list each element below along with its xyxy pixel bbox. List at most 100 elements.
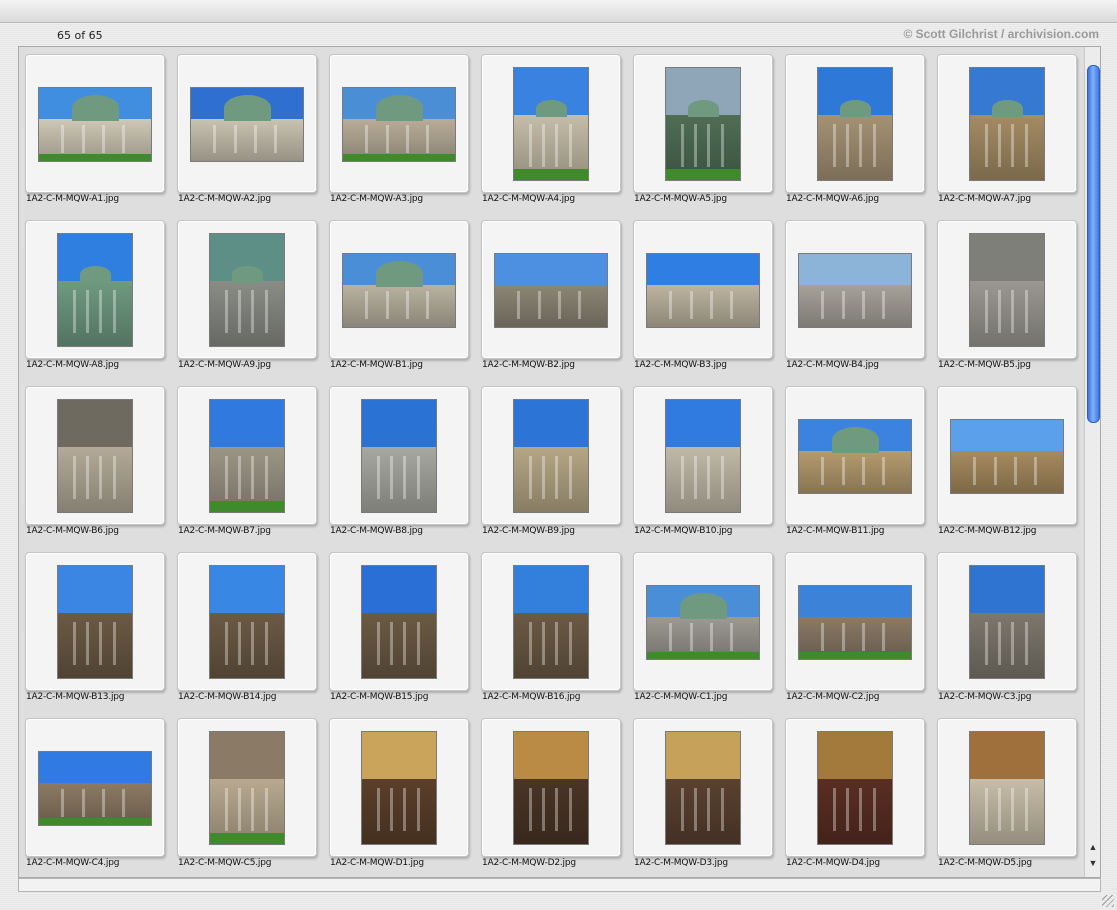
thumbnail-image[interactable] (190, 87, 304, 162)
thumbnail-image[interactable] (969, 731, 1045, 845)
thumbnail-image[interactable] (342, 253, 456, 328)
thumbnail-cell[interactable]: 1A2-C-M-MQW-D1.jpg (323, 711, 475, 877)
thumbnail-image[interactable] (361, 565, 437, 679)
thumbnail-cell[interactable]: 1A2-C-M-MQW-B8.jpg (323, 379, 475, 545)
thumbnail-cell[interactable]: 1A2-C-M-MQW-B2.jpg (475, 213, 627, 379)
thumbnail-image[interactable] (494, 253, 608, 328)
slide-frame[interactable] (785, 386, 925, 525)
thumbnail-cell[interactable]: 1A2-C-M-MQW-B15.jpg (323, 545, 475, 711)
thumbnail-image[interactable] (209, 233, 285, 347)
thumbnail-image[interactable] (209, 731, 285, 845)
thumbnail-image[interactable] (513, 731, 589, 845)
horizontal-scrollbar[interactable] (18, 878, 1101, 892)
slide-frame[interactable] (785, 552, 925, 691)
thumbnail-cell[interactable]: 1A2-C-M-MQW-D3.jpg (627, 711, 779, 877)
thumbnail-cell[interactable]: 1A2-C-M-MQW-A9.jpg (171, 213, 323, 379)
slide-frame[interactable] (785, 718, 925, 857)
slide-frame[interactable] (633, 54, 773, 193)
slide-frame[interactable] (937, 552, 1077, 691)
scroll-down-arrow-icon[interactable]: ▼ (1088, 858, 1098, 868)
slide-frame[interactable] (481, 386, 621, 525)
slide-frame[interactable] (25, 220, 165, 359)
slide-frame[interactable] (633, 718, 773, 857)
thumbnail-cell[interactable]: 1A2-C-M-MQW-C1.jpg (627, 545, 779, 711)
thumbnail-image[interactable] (969, 67, 1045, 181)
thumbnail-cell[interactable]: 1A2-C-M-MQW-B3.jpg (627, 213, 779, 379)
thumbnail-image[interactable] (798, 419, 912, 494)
thumbnail-image[interactable] (57, 233, 133, 347)
thumbnail-image[interactable] (513, 67, 589, 181)
thumbnail-cell[interactable]: 1A2-C-M-MQW-B10.jpg (627, 379, 779, 545)
slide-frame[interactable] (937, 220, 1077, 359)
thumbnail-image[interactable] (57, 399, 133, 513)
thumbnail-image[interactable] (513, 565, 589, 679)
slide-frame[interactable] (329, 552, 469, 691)
slide-frame[interactable] (329, 54, 469, 193)
slide-frame[interactable] (177, 552, 317, 691)
slide-frame[interactable] (329, 718, 469, 857)
thumbnail-cell[interactable]: 1A2-C-M-MQW-C3.jpg (931, 545, 1083, 711)
thumbnail-image[interactable] (361, 731, 437, 845)
thumbnail-cell[interactable]: 1A2-C-M-MQW-C2.jpg (779, 545, 931, 711)
thumbnail-image[interactable] (969, 565, 1045, 679)
thumbnail-cell[interactable]: 1A2-C-M-MQW-A4.jpg (475, 47, 627, 213)
slide-frame[interactable] (937, 718, 1077, 857)
thumbnail-image[interactable] (209, 565, 285, 679)
thumbnail-image[interactable] (665, 67, 741, 181)
thumbnail-cell[interactable]: 1A2-C-M-MQW-B6.jpg (19, 379, 171, 545)
thumbnail-image[interactable] (798, 253, 912, 328)
thumbnail-cell[interactable]: 1A2-C-M-MQW-D2.jpg (475, 711, 627, 877)
resize-grip-icon[interactable] (1102, 895, 1114, 907)
thumbnail-cell[interactable]: 1A2-C-M-MQW-A3.jpg (323, 47, 475, 213)
slide-frame[interactable] (633, 552, 773, 691)
thumbnail-image[interactable] (817, 67, 893, 181)
thumbnail-image[interactable] (38, 751, 152, 826)
slide-frame[interactable] (633, 220, 773, 359)
thumbnail-cell[interactable]: 1A2-C-M-MQW-A6.jpg (779, 47, 931, 213)
thumbnail-cell[interactable]: 1A2-C-M-MQW-B5.jpg (931, 213, 1083, 379)
thumbnail-image[interactable] (646, 585, 760, 660)
slide-frame[interactable] (177, 386, 317, 525)
thumbnail-image[interactable] (798, 585, 912, 660)
slide-frame[interactable] (785, 54, 925, 193)
thumbnail-image[interactable] (817, 731, 893, 845)
thumbnail-cell[interactable]: 1A2-C-M-MQW-B9.jpg (475, 379, 627, 545)
thumbnail-cell[interactable]: 1A2-C-M-MQW-A2.jpg (171, 47, 323, 213)
thumbnail-cell[interactable]: 1A2-C-M-MQW-B16.jpg (475, 545, 627, 711)
slide-frame[interactable] (25, 552, 165, 691)
slide-frame[interactable] (937, 386, 1077, 525)
thumbnail-cell[interactable]: 1A2-C-M-MQW-A5.jpg (627, 47, 779, 213)
thumbnail-cell[interactable]: 1A2-C-M-MQW-B7.jpg (171, 379, 323, 545)
scroll-up-arrow-icon[interactable]: ▲ (1088, 842, 1098, 852)
slide-frame[interactable] (785, 220, 925, 359)
thumbnail-cell[interactable]: 1A2-C-M-MQW-B13.jpg (19, 545, 171, 711)
thumbnail-image[interactable] (57, 565, 133, 679)
slide-frame[interactable] (25, 54, 165, 193)
slide-frame[interactable] (633, 386, 773, 525)
thumbnail-image[interactable] (342, 87, 456, 162)
thumbnail-image[interactable] (513, 399, 589, 513)
thumbnail-cell[interactable]: 1A2-C-M-MQW-B11.jpg (779, 379, 931, 545)
thumbnail-cell[interactable]: 1A2-C-M-MQW-B14.jpg (171, 545, 323, 711)
thumbnail-cell[interactable]: 1A2-C-M-MQW-D5.jpg (931, 711, 1083, 877)
slide-frame[interactable] (481, 552, 621, 691)
thumbnail-cell[interactable]: 1A2-C-M-MQW-C5.jpg (171, 711, 323, 877)
thumbnail-image[interactable] (209, 399, 285, 513)
thumbnail-cell[interactable]: 1A2-C-M-MQW-A1.jpg (19, 47, 171, 213)
thumbnail-cell[interactable]: 1A2-C-M-MQW-B4.jpg (779, 213, 931, 379)
thumbnail-cell[interactable]: 1A2-C-M-MQW-D4.jpg (779, 711, 931, 877)
slide-frame[interactable] (937, 54, 1077, 193)
slide-frame[interactable] (329, 220, 469, 359)
slide-frame[interactable] (481, 220, 621, 359)
thumbnail-image[interactable] (361, 399, 437, 513)
thumbnail-cell[interactable]: 1A2-C-M-MQW-A8.jpg (19, 213, 171, 379)
vertical-scrollbar[interactable]: ▲ ▼ (1084, 47, 1100, 877)
thumbnail-image[interactable] (950, 419, 1064, 494)
thumbnail-cell[interactable]: 1A2-C-M-MQW-B1.jpg (323, 213, 475, 379)
thumbnail-image[interactable] (38, 87, 152, 162)
slide-frame[interactable] (177, 718, 317, 857)
scrollbar-thumb[interactable] (1087, 65, 1100, 423)
thumbnail-cell[interactable]: 1A2-C-M-MQW-A7.jpg (931, 47, 1083, 213)
slide-frame[interactable] (177, 54, 317, 193)
slide-frame[interactable] (481, 54, 621, 193)
